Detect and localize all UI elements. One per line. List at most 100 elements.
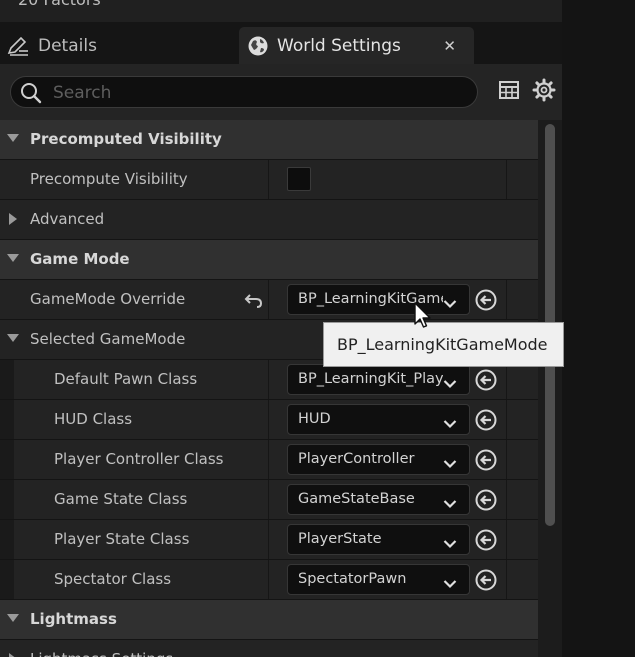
category-game-mode[interactable]: Game Mode [0,240,538,280]
table-icon [498,79,520,105]
category-label: Precomputed Visibility [30,130,222,148]
chevron-down-icon [443,294,457,313]
top-strip-text: 20 Factors [18,0,101,9]
property-label: Game State Class [54,490,188,508]
property-name-cell: GameMode Override [0,280,269,319]
collapse-arrow-icon[interactable] [9,213,17,225]
tab-details[interactable]: Details [0,27,235,64]
nested-indent [0,560,14,599]
category-precomputed-visibility[interactable]: Precomputed Visibility [0,120,538,160]
tab-world-settings[interactable]: World Settings ✕ [239,27,474,64]
tab-details-label: Details [38,35,97,56]
property-label: GameMode Override [30,290,186,308]
game-state-class-dropdown[interactable]: GameStateBase [287,484,470,515]
gamemode-tooltip: BP_LearningKitGameMode [323,322,564,367]
nested-indent [0,440,14,479]
player-state-class-dropdown[interactable]: PlayerState [287,524,470,555]
gamemode-override-dropdown[interactable]: BP_LearningKitGameMode [287,284,470,315]
search-box [10,76,478,109]
precompute-visibility-checkbox[interactable] [287,167,311,191]
use-selected-asset-icon[interactable] [475,449,497,475]
property-label: Player Controller Class [54,450,224,468]
chevron-down-icon [443,574,457,593]
player-controller-class-dropdown[interactable]: PlayerController [287,444,470,475]
property-player-state-class: Player State Class PlayerState [0,520,538,560]
property-rows: Precomputed Visibility Precompute Visibi… [0,120,538,657]
expand-arrow-icon[interactable] [7,614,19,622]
dropdown-value: SpectatorPawn [298,571,407,587]
tab-world-settings-label: World Settings [277,35,401,56]
property-value-cell: SpectatorPawn [269,560,507,599]
search-input[interactable] [51,77,455,109]
use-selected-asset-icon[interactable] [475,369,497,395]
mouse-cursor-icon [413,302,433,334]
property-spectator-class: Spectator Class SpectatorPawn [0,560,538,600]
property-label: Default Pawn Class [54,370,198,388]
hud-class-dropdown[interactable]: HUD [287,404,470,435]
dropdown-value: HUD [298,411,331,427]
property-game-state-class: Game State Class GameStateBase [0,480,538,520]
collapse-arrow-icon[interactable] [9,653,17,657]
property-value-cell: PlayerState [269,520,507,559]
property-player-controller-class: Player Controller Class PlayerController [0,440,538,480]
nested-indent [0,480,14,519]
outside-area [562,0,635,657]
property-value-cell [269,160,507,199]
details-toolbar [0,64,562,120]
use-selected-asset-icon[interactable] [475,409,497,435]
use-selected-asset-icon[interactable] [475,529,497,555]
nested-indent [0,360,14,399]
property-gamemode-override: GameMode Override BP_LearningKitGameMode [0,280,538,320]
property-value-cell: BP_LearningKitGameMode [269,280,507,319]
reset-to-default-icon[interactable] [244,291,264,313]
search-icon [20,82,42,108]
spectator-class-dropdown[interactable]: SpectatorPawn [287,564,470,595]
property-value-cell: GameStateBase [269,480,507,519]
expand-arrow-icon[interactable] [7,254,19,262]
close-icon[interactable]: ✕ [443,37,456,55]
top-strip: 20 Factors [0,0,562,22]
property-value-cell: PlayerController [269,440,507,479]
property-precompute-visibility: Precompute Visibility [0,160,538,200]
use-selected-asset-icon[interactable] [475,569,497,595]
category-label: Game Mode [30,250,130,268]
table-view-button[interactable] [496,79,522,105]
dropdown-value: PlayerState [298,531,382,547]
category-lightmass-settings[interactable]: Lightmass Settings [0,640,538,657]
property-label: Selected GameMode [30,330,186,348]
property-label: HUD Class [54,410,133,428]
chevron-down-icon [443,534,457,553]
chevron-down-icon [443,494,457,513]
property-name-cell: Game State Class [0,480,269,519]
tab-bar: Details World Settings ✕ [0,22,562,64]
nested-indent [0,520,14,559]
nested-indent [0,400,14,439]
pencil-icon [6,35,30,57]
property-value-cell: HUD [269,400,507,439]
use-selected-asset-icon[interactable] [475,489,497,515]
gear-icon [532,78,556,106]
settings-button[interactable] [531,78,557,106]
property-name-cell: Spectator Class [0,560,269,599]
dropdown-value: BP_LearningKit_Player [298,371,443,387]
dropdown-value: PlayerController [298,451,415,467]
default-pawn-class-dropdown[interactable]: BP_LearningKit_Player [287,364,470,395]
globe-icon [247,35,269,57]
dropdown-value: GameStateBase [298,491,415,507]
property-label: Lightmass Settings [30,640,173,657]
property-name-cell: Player Controller Class [0,440,269,479]
chevron-down-icon [443,414,457,433]
chevron-down-icon [443,454,457,473]
category-lightmass[interactable]: Lightmass [0,600,538,640]
category-advanced[interactable]: Advanced [0,200,538,240]
expand-arrow-icon[interactable] [7,134,19,142]
chevron-down-icon [443,374,457,393]
use-selected-asset-icon[interactable] [475,289,497,315]
property-name-cell: Precompute Visibility [0,160,269,199]
property-label: Player State Class [54,530,190,548]
property-name-cell: Player State Class [0,520,269,559]
property-label: Precompute Visibility [30,170,188,188]
property-label: Spectator Class [54,570,172,588]
expand-arrow-icon[interactable] [7,334,19,342]
property-name-cell: HUD Class [0,400,269,439]
